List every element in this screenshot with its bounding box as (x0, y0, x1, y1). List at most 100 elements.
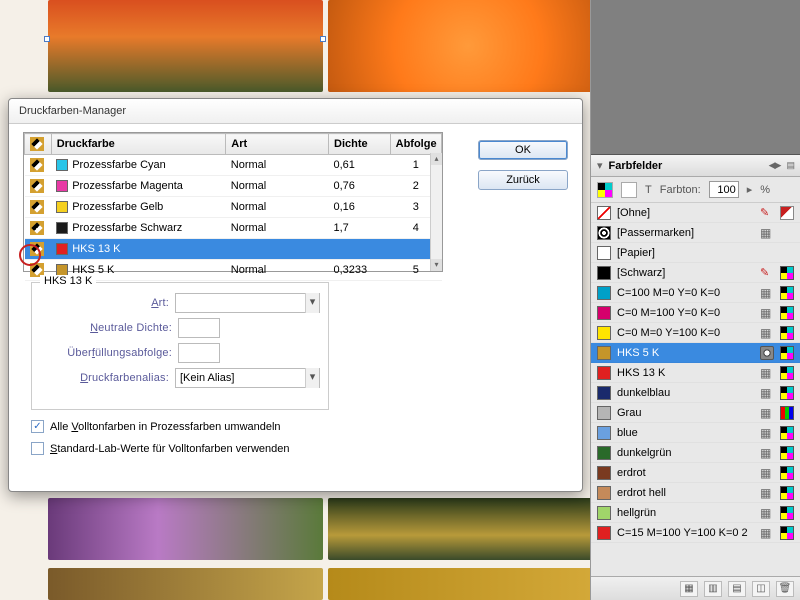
swatch-name: C=0 M=100 Y=0 K=0 (617, 307, 754, 319)
swatch-toolbar: T Farbton: ▸ % (591, 177, 800, 203)
col-abfolge[interactable]: Abfolge (390, 134, 441, 155)
swatch-row[interactable]: Grau (591, 403, 800, 423)
swatch-mode-icon (780, 526, 794, 540)
dichte-input[interactable] (178, 318, 220, 338)
ink-art: Normal (226, 260, 329, 281)
swatch-list-large-icon[interactable]: ▤ (728, 581, 746, 597)
ink-art: Normal (226, 176, 329, 197)
ink-row[interactable]: Prozessfarbe Gelb Normal 0,16 3 (25, 197, 442, 218)
swatch-name: hellgrün (617, 507, 754, 519)
ink-row[interactable]: Prozessfarbe Schwarz Normal 1,7 4 (25, 218, 442, 239)
ink-row[interactable]: Prozessfarbe Cyan Normal 0,61 1 (25, 155, 442, 176)
swatch-box (597, 206, 611, 220)
swatch-type-icon (760, 446, 774, 460)
col-dichte[interactable]: Dichte (329, 134, 391, 155)
type-icon[interactable]: T (645, 184, 652, 196)
col-art[interactable]: Art (226, 134, 329, 155)
swatch-row[interactable]: C=0 M=0 Y=100 K=0 (591, 323, 800, 343)
swatch-row[interactable]: C=15 M=100 Y=100 K=0 2 (591, 523, 800, 543)
col-icon[interactable] (25, 134, 52, 155)
swatch-mode-icon (780, 466, 794, 480)
tint-input[interactable] (709, 181, 739, 198)
swatch-row[interactable]: HKS 5 K (591, 343, 800, 363)
swatch-row[interactable]: erdrot hell (591, 483, 800, 503)
ink-row[interactable]: HKS 13 K (25, 239, 442, 260)
bg-photo-1 (48, 0, 323, 92)
swatch-box (597, 246, 611, 260)
swatch-box (597, 406, 611, 420)
show-all-swatches-icon[interactable] (597, 182, 613, 198)
swatch-type-icon (760, 226, 774, 240)
swatch-box (597, 466, 611, 480)
bg-photo-5 (48, 568, 323, 600)
ueberf-input[interactable] (178, 343, 220, 363)
ink-row-icon (30, 179, 44, 193)
swatch-row[interactable]: dunkelblau (591, 383, 800, 403)
swatch-mode-icon (780, 506, 794, 520)
swatch-type-icon (760, 426, 774, 440)
swatch-box (597, 446, 611, 460)
panel-header[interactable]: ▾ Farbfelder ◀▶ ▤ (591, 155, 800, 177)
swatch-row[interactable]: hellgrün (591, 503, 800, 523)
tint-spinner-icon[interactable]: ▸ (747, 183, 753, 196)
swatch-type-icon (760, 486, 774, 500)
ink-dichte: 0,3233 (329, 260, 391, 281)
ink-dichte: 0,76 (329, 176, 391, 197)
alias-label: Druckfarbenalias: (32, 372, 169, 384)
swatch-row[interactable]: [Papier] (591, 243, 800, 263)
panel-menu-icon[interactable]: ▤ (786, 160, 794, 171)
swatch-type-icon (760, 326, 774, 340)
swatch-box (597, 326, 611, 340)
alias-dropdown[interactable]: [Kein Alias]▾ (175, 368, 320, 388)
swatch-row[interactable]: HKS 13 K (591, 363, 800, 383)
ink-art: Normal (226, 218, 329, 239)
swatch-row[interactable]: [Schwarz] (591, 263, 800, 283)
ueberf-label: Überfüllungsabfolge: (32, 347, 172, 359)
swatch-name: HKS 13 K (617, 367, 754, 379)
swatch-mode-icon (780, 226, 794, 240)
delete-swatch-icon[interactable]: 🗑 (776, 581, 794, 597)
checkbox-unchecked[interactable] (31, 442, 44, 455)
swatch-type-icon (760, 386, 774, 400)
convert-spot-to-process-row[interactable]: ✓ Alle Volltonfarben in Prozessfarben um… (31, 420, 281, 433)
use-standard-lab-row[interactable]: Standard-Lab-Werte für Volltonfarben ver… (31, 442, 290, 455)
art-dropdown[interactable]: ▾ (175, 293, 320, 313)
swatch-row[interactable]: blue (591, 423, 800, 443)
ink-art: Normal (226, 197, 329, 218)
ink-row[interactable]: Prozessfarbe Magenta Normal 0,76 2 (25, 176, 442, 197)
chk2-label: Standard-Lab-Werte für Volltonfarben ver… (50, 443, 290, 455)
col-ink[interactable]: Druckfarbe (51, 134, 226, 155)
swatch-name: erdrot hell (617, 487, 754, 499)
swatch-type-icon (760, 406, 774, 420)
swatch-name: C=0 M=0 Y=100 K=0 (617, 327, 754, 339)
swatch-row[interactable]: C=0 M=100 Y=0 K=0 (591, 303, 800, 323)
table-scrollbar[interactable]: ▴▾ (430, 153, 442, 271)
checkbox-checked[interactable]: ✓ (31, 420, 44, 433)
chk1-label: Alle Volltonfarben in Prozessfarben umwa… (50, 421, 281, 433)
show-color-swatches-icon[interactable] (621, 182, 637, 198)
swatch-row[interactable]: [Ohne] (591, 203, 800, 223)
swatch-mode-icon (780, 326, 794, 340)
swatches-panel: ▾ Farbfelder ◀▶ ▤ T Farbton: ▸ % [Ohne] … (590, 0, 800, 600)
ink-swatch (56, 180, 68, 192)
swatch-list[interactable]: [Ohne] [Passermarken] [Papier] [Schwarz]… (591, 203, 800, 576)
selection-handle[interactable] (44, 36, 50, 42)
swatch-row[interactable]: erdrot (591, 463, 800, 483)
swatch-row[interactable]: [Passermarken] (591, 223, 800, 243)
new-swatch-icon[interactable]: ◫ (752, 581, 770, 597)
ink-art (226, 239, 329, 260)
swatch-name: C=15 M=100 Y=100 K=0 2 (617, 527, 754, 539)
swatch-list-small-icon[interactable]: ▥ (704, 581, 722, 597)
swatch-row[interactable]: C=100 M=0 Y=0 K=0 (591, 283, 800, 303)
swatch-type-icon (760, 466, 774, 480)
panel-collapse-icon[interactable]: ◀▶ (769, 160, 781, 171)
swatch-name: blue (617, 427, 754, 439)
swatch-thumbs-icon[interactable]: ▦ (680, 581, 698, 597)
swatch-row[interactable]: dunkelgrün (591, 443, 800, 463)
ok-button[interactable]: OK (478, 140, 568, 160)
ink-dichte: 0,16 (329, 197, 391, 218)
swatch-mode-icon (780, 366, 794, 380)
swatch-name: C=100 M=0 Y=0 K=0 (617, 287, 754, 299)
back-button[interactable]: Zurück (478, 170, 568, 190)
selection-handle[interactable] (320, 36, 326, 42)
